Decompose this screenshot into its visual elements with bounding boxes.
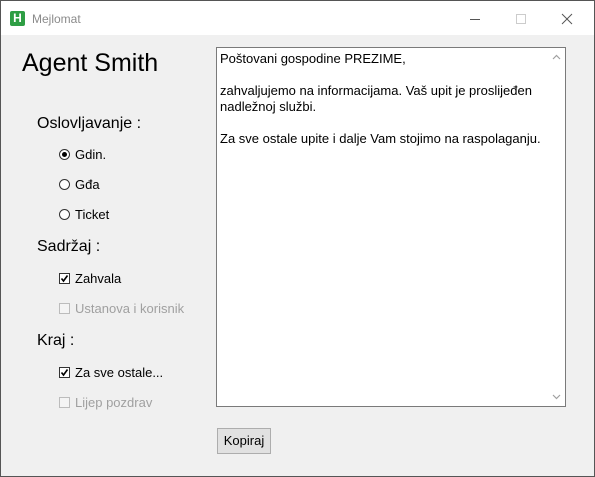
title-bar: H Mejlomat: [1, 1, 594, 35]
greeting-group-label: Oslovljavanje :: [37, 115, 142, 132]
message-paragraph: zahvaljujemo na informacijama. Vaš upit …: [220, 83, 532, 114]
scroll-down-arrow-icon[interactable]: [552, 394, 561, 400]
close-button[interactable]: [544, 1, 590, 35]
vertical-scrollbar[interactable]: [548, 48, 565, 406]
app-icon: H: [10, 11, 25, 26]
content-option-label: Ustanova i korisnik: [75, 301, 185, 316]
greeting-option-label: Ticket: [75, 207, 110, 222]
checkmark-icon: [60, 369, 69, 377]
ending-option-label: Lijep pozdrav: [75, 395, 153, 410]
checkmark-icon: [60, 275, 69, 283]
message-paragraph: Za sve ostale upite i dalje Vam stojimo …: [220, 131, 541, 146]
radio-button-checked[interactable]: [59, 149, 70, 160]
greeting-option-label: Gđa: [75, 177, 100, 192]
scroll-up-arrow-icon[interactable]: [552, 54, 561, 60]
agent-name: Agent Smith: [22, 49, 159, 77]
close-icon: [561, 13, 573, 25]
maximize-icon: [516, 14, 526, 24]
app-window: H Mejlomat Agent Smith Oslovljavanje : G…: [0, 0, 595, 477]
greeting-option-label: Gdin.: [75, 147, 107, 162]
message-textarea[interactable]: Poštovani gospodine PREZIME, zahvaljujem…: [216, 47, 566, 407]
radio-button[interactable]: [59, 179, 70, 190]
checkbox-disabled: [59, 303, 70, 314]
content-option-label: Zahvala: [75, 271, 122, 286]
radio-button[interactable]: [59, 209, 70, 220]
minimize-icon: [470, 19, 480, 20]
copy-button[interactable]: Kopiraj: [217, 428, 271, 454]
maximize-button[interactable]: [498, 1, 544, 35]
checkbox-checked[interactable]: [59, 367, 70, 378]
minimize-button[interactable]: [452, 1, 498, 35]
ending-group-label: Kraj :: [37, 332, 75, 349]
ending-option-label: Za sve ostale...: [75, 365, 164, 380]
checkbox-checked[interactable]: [59, 273, 70, 284]
window-title: Mejlomat: [32, 12, 81, 26]
content-group-label: Sadržaj :: [37, 238, 101, 255]
message-paragraph: Poštovani gospodine PREZIME,: [220, 51, 406, 66]
checkbox-disabled: [59, 397, 70, 408]
message-text: Poštovani gospodine PREZIME, zahvaljujem…: [220, 51, 550, 163]
